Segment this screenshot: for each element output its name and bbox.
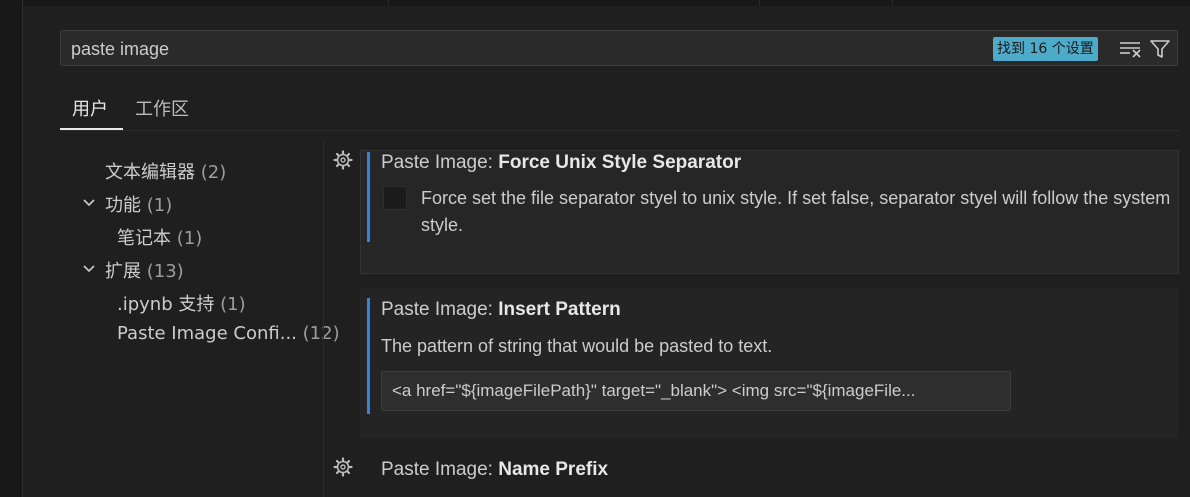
toc-item-paste-image-config[interactable]: Paste Image Confi... (12) bbox=[117, 323, 340, 344]
active-tab-indicator bbox=[60, 128, 123, 130]
toc-item-label: 笔记本 bbox=[117, 228, 171, 249]
toc-item-text-editor[interactable]: 文本编辑器 (2) bbox=[105, 158, 226, 184]
chevron-down-icon[interactable] bbox=[82, 262, 96, 276]
setting-category: Paste Image: bbox=[381, 152, 499, 173]
setting-checkbox[interactable] bbox=[383, 186, 407, 210]
chevron-down-icon[interactable] bbox=[82, 196, 96, 210]
setting-focus-indicator bbox=[367, 152, 370, 242]
setting-modified-indicator bbox=[367, 298, 370, 414]
setting-name: Name Prefix bbox=[498, 459, 609, 480]
toc-item-label: 扩展 bbox=[105, 261, 141, 282]
setting-title: Paste Image: Insert Pattern bbox=[381, 299, 621, 321]
toc-item-label: 文本编辑器 bbox=[105, 162, 195, 183]
setting-title: Paste Image: Name Prefix bbox=[381, 459, 608, 481]
toc-item-count: (13) bbox=[146, 261, 184, 282]
toc-item-count: (1) bbox=[176, 228, 203, 249]
toc-item-label: .ipynb 支持 bbox=[117, 294, 215, 315]
toc-divider bbox=[323, 140, 324, 497]
toc-item-count: (12) bbox=[302, 323, 340, 344]
setting-title: Paste Image: Force Unix Style Separator bbox=[381, 152, 741, 174]
activity-bar bbox=[0, 0, 23, 497]
toc-item-ipynb-support[interactable]: .ipynb 支持 (1) bbox=[117, 290, 246, 316]
toc-item-label: 功能 bbox=[105, 195, 141, 216]
settings-search-input[interactable]: paste image 找到 16 个设置 bbox=[60, 30, 1178, 66]
tab-workspace[interactable]: 工作区 bbox=[135, 95, 189, 121]
editor-tab[interactable] bbox=[0, 0, 389, 6]
setting-description: The pattern of string that would be past… bbox=[381, 336, 773, 356]
setting-input-value[interactable]: <a href="${imageFilePath}" target="_blan… bbox=[392, 381, 915, 401]
setting-category: Paste Image: bbox=[381, 299, 499, 320]
toc-item-count: (1) bbox=[146, 195, 173, 216]
setting-category: Paste Image: bbox=[381, 459, 499, 480]
search-query[interactable]: paste image bbox=[71, 39, 169, 60]
editor-tab[interactable] bbox=[389, 0, 760, 6]
toc-item-notebook[interactable]: 笔记本 (1) bbox=[117, 224, 202, 250]
results-count-badge: 找到 16 个设置 bbox=[993, 37, 1098, 61]
setting-description: Force set the file separator styel to un… bbox=[421, 188, 1171, 235]
toc-item-features[interactable]: 功能 (1) bbox=[105, 191, 172, 217]
clear-filter-icon[interactable] bbox=[1119, 38, 1141, 60]
filter-icon[interactable] bbox=[1149, 38, 1171, 60]
toc-item-label: Paste Image Confi... bbox=[117, 323, 297, 344]
editor-tab[interactable] bbox=[760, 0, 893, 6]
setting-text-input[interactable]: <a href="${imageFilePath}" target="_blan… bbox=[381, 371, 1011, 411]
settings-scope-tabs: 用户 工作区 bbox=[60, 90, 1180, 131]
gear-icon[interactable] bbox=[333, 457, 353, 477]
editor-tab-strip bbox=[0, 0, 1190, 6]
toc-item-extensions[interactable]: 扩展 (13) bbox=[105, 257, 184, 283]
setting-name: Insert Pattern bbox=[498, 299, 621, 320]
toc-item-count: (1) bbox=[220, 294, 246, 315]
toc-item-count: (2) bbox=[200, 162, 227, 183]
setting-name: Force Unix Style Separator bbox=[498, 152, 742, 173]
tab-user[interactable]: 用户 bbox=[72, 95, 108, 121]
gear-icon[interactable] bbox=[333, 150, 353, 170]
